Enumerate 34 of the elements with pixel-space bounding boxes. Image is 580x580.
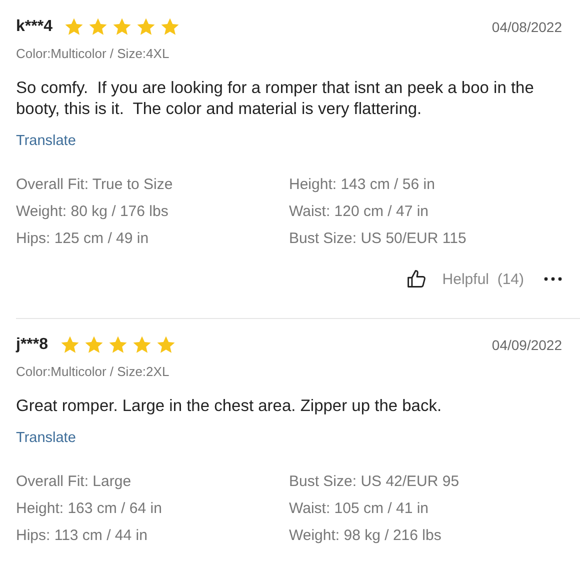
review-date: 04/08/2022 bbox=[492, 19, 562, 35]
translate-link[interactable]: Translate bbox=[16, 133, 76, 149]
user-name: j***8 bbox=[16, 336, 48, 354]
measurement-text: Weight: 98 kg / 216 lbs bbox=[289, 526, 442, 545]
star-icon bbox=[64, 17, 84, 37]
user-name: k***4 bbox=[16, 18, 52, 36]
review-date: 04/09/2022 bbox=[492, 337, 562, 353]
review-text: So comfy. If you are looking for a romper that isnt an peek a boo in the booty, this is it. The color and material is very flattering. bbox=[16, 78, 535, 120]
measurement-text: Overall Fit: Large bbox=[16, 472, 132, 491]
star-icon bbox=[84, 335, 104, 355]
thumbs-up-icon bbox=[406, 268, 428, 290]
measurement-text: Weight: 80 kg / 176 lbs bbox=[16, 202, 170, 221]
star-icon bbox=[160, 17, 180, 37]
measurement-text: Waist: 105 cm / 41 in bbox=[289, 499, 430, 518]
measurement-text: Hips: 125 cm / 49 in bbox=[16, 229, 150, 248]
translate-link[interactable]: Translate bbox=[16, 430, 76, 446]
variant-text: Color:Multicolor / Size:2XL bbox=[16, 364, 170, 379]
variant-text: Color:Multicolor / Size:4XL bbox=[16, 46, 170, 61]
star-icon bbox=[136, 17, 156, 37]
measurement-text: Overall Fit: True to Size bbox=[16, 175, 174, 194]
measurement-text: Height: 163 cm / 64 in bbox=[16, 499, 163, 518]
star-icon bbox=[132, 335, 152, 355]
measurement-text: Waist: 120 cm / 47 in bbox=[289, 202, 430, 221]
measurement-text: Bust Size: US 42/EUR 95 bbox=[289, 472, 460, 491]
review-text: Great romper. Large in the chest area. Zipper up the back. bbox=[16, 396, 443, 417]
star-icon bbox=[88, 17, 108, 37]
helpful-button[interactable]: Helpful (14) bbox=[406, 268, 524, 290]
star-icon bbox=[156, 335, 176, 355]
measurement-text: Height: 143 cm / 56 in bbox=[289, 175, 436, 194]
measurement-text: Bust Size: US 50/EUR 115 bbox=[289, 229, 468, 248]
measurement-text: Hips: 113 cm / 44 in bbox=[16, 526, 148, 545]
star-icon bbox=[60, 335, 80, 355]
star-icon bbox=[112, 17, 132, 37]
star-icon bbox=[108, 335, 128, 355]
